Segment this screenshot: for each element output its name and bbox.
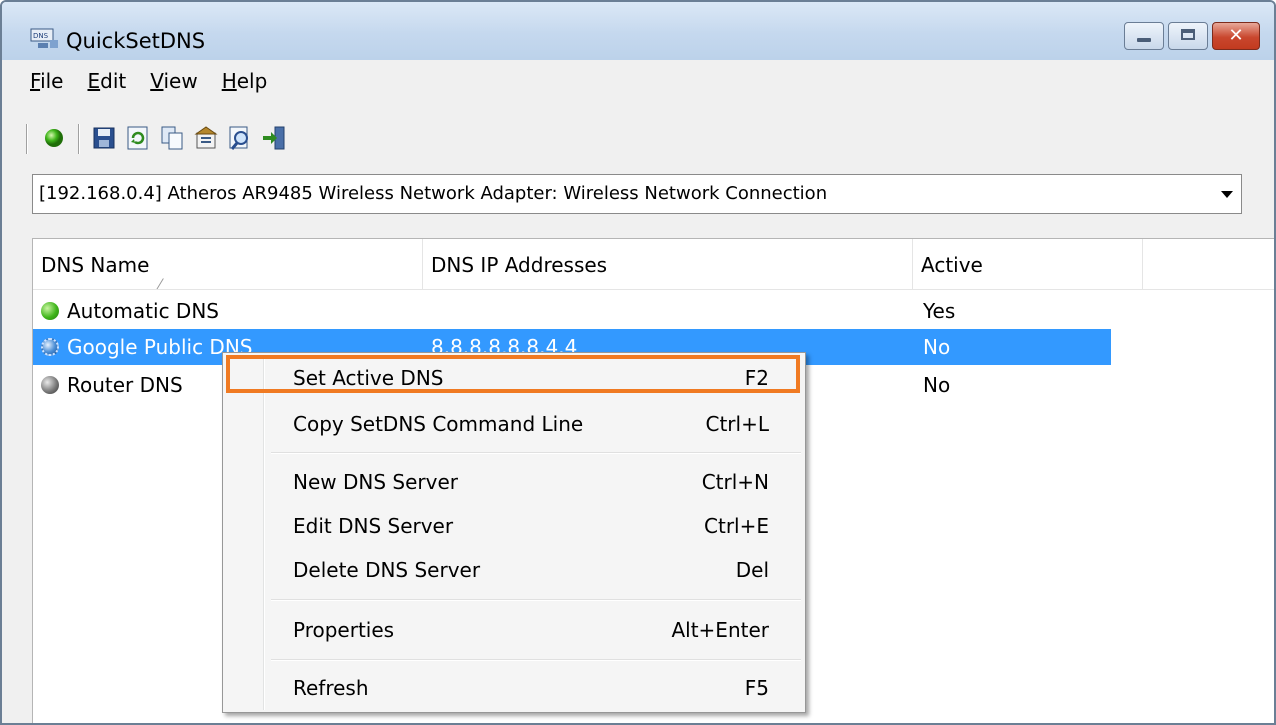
exit-icon[interactable] <box>260 124 288 152</box>
chevron-down-icon[interactable] <box>1221 191 1233 198</box>
copy-icon[interactable] <box>158 124 186 152</box>
properties-icon[interactable] <box>192 124 220 152</box>
menu-item-shortcut: Ctrl+N <box>701 470 769 494</box>
menu-help-mnemonic: H <box>221 69 237 93</box>
svg-text:DNS: DNS <box>33 32 49 40</box>
save-icon[interactable] <box>90 124 118 152</box>
menu-help-rest: elp <box>236 69 268 93</box>
adapter-select-value: [192.168.0.4] Atheros AR9485 Wireless Ne… <box>39 183 828 204</box>
column-dns-name-label: DNS Name <box>41 253 150 277</box>
green-dot-icon[interactable] <box>40 124 68 152</box>
list-header: DNS Name ⁄ DNS IP Addresses Active <box>33 239 1274 293</box>
row-active: No <box>923 373 951 397</box>
menu-item-label: Properties <box>293 618 395 642</box>
highlight-box <box>226 355 800 393</box>
minimize-icon <box>1137 38 1151 42</box>
menu-item-new-dns-server[interactable]: New DNS Server Ctrl+N <box>225 461 801 503</box>
toolbar-separator <box>26 124 27 154</box>
menu-separator <box>271 452 801 454</box>
menu-item-copy-command-line[interactable]: Copy SetDNS Command Line Ctrl+L <box>225 403 801 445</box>
menu-edit-mnemonic: E <box>87 69 101 93</box>
status-green-icon <box>41 302 59 320</box>
menu-edit-rest: dit <box>100 69 127 93</box>
menu-view-mnemonic: V <box>150 69 164 93</box>
close-icon: ✕ <box>1228 25 1244 46</box>
menu-item-label: Copy SetDNS Command Line <box>293 412 584 436</box>
menu-view-rest: iew <box>163 69 198 93</box>
status-gray-icon <box>41 376 59 394</box>
maximize-icon <box>1181 29 1195 40</box>
menu-item-shortcut: Ctrl+L <box>705 412 770 436</box>
menu-item-properties[interactable]: Properties Alt+Enter <box>225 609 801 651</box>
menu-view[interactable]: View <box>142 67 205 95</box>
menu-item-refresh[interactable]: Refresh F5 <box>225 667 801 709</box>
status-blue-icon <box>41 338 59 356</box>
title-bar[interactable]: DNS QuickSetDNS ✕ <box>2 2 1274 60</box>
menu-file-mnemonic: F <box>30 69 41 93</box>
toolbar-separator <box>78 124 79 154</box>
menu-item-label: Refresh <box>293 676 369 700</box>
menu-item-shortcut: Ctrl+E <box>704 514 769 538</box>
menu-file-rest: ile <box>40 69 64 93</box>
menu-item-label: Edit DNS Server <box>293 514 454 538</box>
column-active[interactable]: Active <box>913 239 1143 289</box>
menu-item-edit-dns-server[interactable]: Edit DNS Server Ctrl+E <box>225 505 801 547</box>
refresh-icon[interactable] <box>124 124 152 152</box>
menu-item-label: New DNS Server <box>293 470 458 494</box>
menu-item-delete-dns-server[interactable]: Delete DNS Server Del <box>225 549 801 591</box>
menu-edit[interactable]: Edit <box>79 67 134 95</box>
column-dns-ip-label: DNS IP Addresses <box>431 253 608 277</box>
adapter-select[interactable]: [192.168.0.4] Atheros AR9485 Wireless Ne… <box>32 174 1242 214</box>
menu-item-shortcut: Alt+Enter <box>671 618 769 642</box>
menu-help[interactable]: Help <box>214 67 276 95</box>
menu-separator <box>271 659 801 661</box>
minimize-button[interactable] <box>1124 22 1164 50</box>
maximize-button[interactable] <box>1168 22 1208 50</box>
column-dns-ip[interactable]: DNS IP Addresses <box>423 239 913 289</box>
column-active-label: Active <box>921 253 983 277</box>
menu-bar: File Edit View Help <box>2 60 1274 102</box>
menu-file[interactable]: File <box>22 67 71 95</box>
table-row[interactable]: Automatic DNS Yes <box>33 293 1111 329</box>
row-active: No <box>923 335 951 359</box>
menu-item-label: Delete DNS Server <box>293 558 481 582</box>
toolbar <box>2 106 1274 162</box>
dns-app-icon: DNS <box>30 28 58 48</box>
close-button[interactable]: ✕ <box>1212 22 1260 50</box>
context-menu: Set Active DNS F2 Copy SetDNS Command Li… <box>222 352 806 713</box>
menu-item-shortcut: F5 <box>744 676 769 700</box>
row-dns-name: Router DNS <box>67 373 183 397</box>
row-active: Yes <box>923 299 956 323</box>
column-dns-name[interactable]: DNS Name ⁄ <box>33 239 423 293</box>
menu-separator <box>271 599 801 601</box>
window-title: QuickSetDNS <box>66 29 206 53</box>
menu-item-shortcut: Del <box>735 558 769 582</box>
find-icon[interactable] <box>226 124 254 152</box>
row-dns-name: Automatic DNS <box>67 299 219 323</box>
